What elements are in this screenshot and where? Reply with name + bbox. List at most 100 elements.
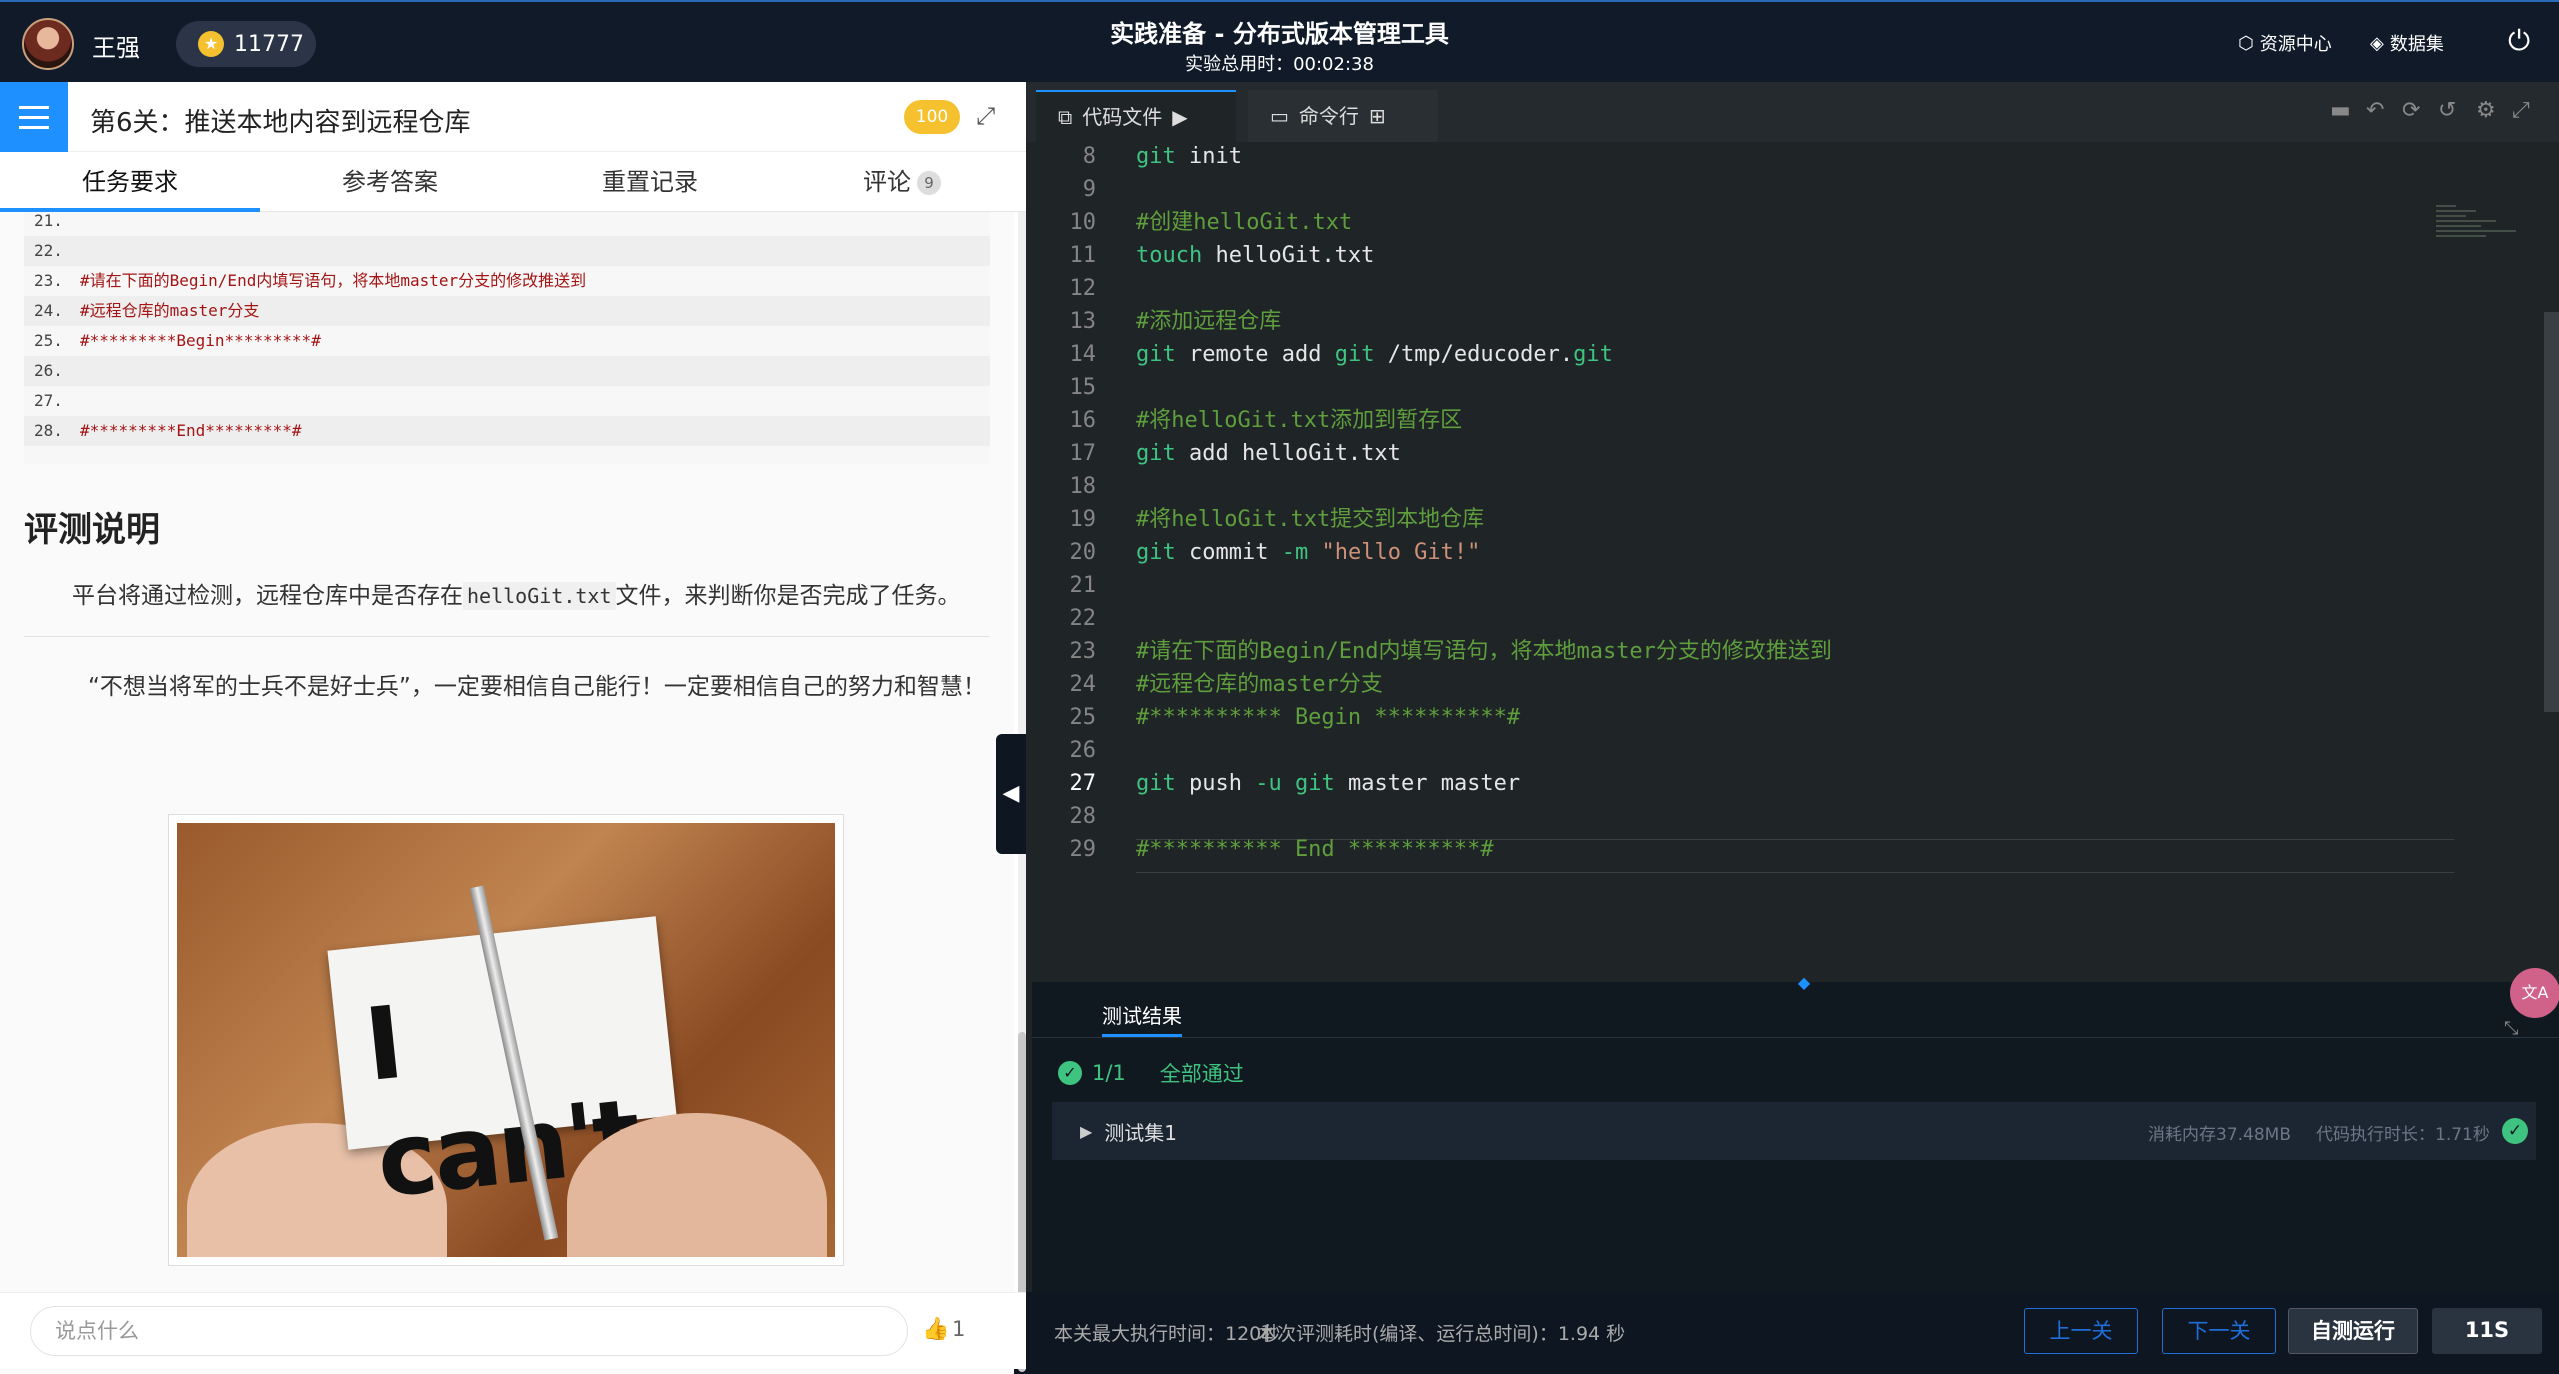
top-bar: 王强 ★ 11777 实践准备 - 分布式版本管理工具 实验总用时：00:02:… [0, 0, 2559, 82]
terminal-icon: ▭ [1270, 104, 1289, 128]
check-circle-icon: ✓ [1058, 1061, 1082, 1085]
code-line[interactable]: 10 #创建helloGit.txt [1026, 206, 2466, 239]
comment-input[interactable]: 说点什么 [30, 1306, 908, 1356]
next-stage-button[interactable]: 下一关 [2162, 1308, 2276, 1354]
snippet-line-number: 22. [34, 241, 63, 260]
tab-answer[interactable]: 参考答案 [260, 152, 520, 212]
popout-icon: ⊞ [1368, 104, 1386, 128]
undo-icon[interactable]: ↶ [2366, 98, 2384, 123]
max-exec-time: 本关最大执行时间：120秒 [1054, 1323, 1281, 1345]
page-title: 实践准备 - 分布式版本管理工具 [1110, 20, 1449, 48]
thumbs-up-icon[interactable]: 👍 [922, 1317, 949, 1342]
code-line[interactable]: 19 #将helloGit.txt提交到本地仓库 [1026, 503, 2466, 536]
snippet-line-text: #*********Begin*********# [80, 331, 321, 350]
snippet-line-number: 26. [34, 361, 63, 380]
code-line[interactable]: 26 [1026, 734, 2466, 767]
translate-icon[interactable]: 文A [2510, 968, 2559, 1018]
line-number: 11 [1069, 243, 1097, 268]
code-token: add helloGit.txt [1175, 441, 1401, 466]
results-header: 测试结果 文A ⤡ [1032, 968, 2559, 1039]
code-token: git [1136, 441, 1176, 466]
pass-summary: ✓ 1/1 全部通过 [1058, 1058, 1244, 1088]
tab-cmd-label: 命令行 [1298, 104, 1359, 128]
shrink-icon[interactable]: ⤡ [2504, 1018, 2518, 1039]
code-line[interactable]: 13 #添加远程仓库 [1026, 305, 2466, 338]
code-token: #创建helloGit.txt [1136, 210, 1353, 235]
code-line[interactable]: 22 [1026, 602, 2466, 635]
code-token: #远程仓库的master分支 [1136, 672, 1383, 697]
code-line[interactable]: 9 [1026, 173, 2466, 206]
code-token: git [1136, 540, 1176, 565]
countdown-button[interactable]: 11S [2432, 1308, 2542, 1354]
code-line[interactable]: 23 #请在下面的Begin/End内填写语句，将本地master分支的修改推送到 [1026, 635, 2466, 668]
eval-description: 平台将通过检测，远程仓库中是否存在 helloGit.txt 文件，来判断你是否完成… [72, 576, 961, 610]
snippet-line-number: 27. [34, 391, 63, 410]
folder-icon[interactable]: ▬ [2330, 98, 2351, 123]
line-number: 10 [1069, 210, 1097, 235]
code-line[interactable]: 15 [1026, 371, 2466, 404]
line-number: 14 [1069, 342, 1097, 367]
line-number: 28 [1069, 804, 1097, 829]
code-line[interactable]: 25 #********** Begin **********# [1026, 701, 2466, 734]
code-line[interactable]: 18 [1026, 470, 2466, 503]
divider [24, 636, 990, 637]
code-line[interactable]: 21 [1026, 569, 2466, 602]
execution-duration: 代码执行时长：1.71秒 [2316, 1125, 2490, 1145]
snippet-line-number: 25. [34, 331, 63, 350]
tab-comments-label: 评论 [863, 168, 911, 196]
tab-command-line[interactable]: ▭ 命令行 ⊞ [1248, 90, 1438, 142]
code-line[interactable]: 14 git remote add git /tmp/educoder.git [1026, 338, 2466, 371]
power-icon[interactable]: ⏻ [2508, 24, 2530, 58]
snippet-line: 26. [24, 356, 990, 386]
code-line[interactable]: 12 [1026, 272, 2466, 305]
snippet-line: 23. #请在下面的Begin/End内填写语句，将本地master分支的修改推送… [24, 266, 990, 296]
snippet-line: 24. #远程仓库的master分支 [24, 296, 990, 326]
tab-code-file[interactable]: ⧉ 代码文件 ▶ [1036, 90, 1236, 142]
code-line[interactable]: 8 git init [1026, 142, 2466, 173]
code-line[interactable]: 17 git add helloGit.txt [1026, 437, 2466, 470]
code-line[interactable]: 28 [1026, 800, 2466, 833]
self-test-run-button[interactable]: 自测运行 [2288, 1308, 2418, 1354]
code-line[interactable]: 24 #远程仓库的master分支 [1026, 668, 2466, 701]
eval-desc-code: helloGit.txt [463, 582, 616, 610]
collapse-panel-handle[interactable]: ◀ [996, 734, 1026, 854]
tab-reset-record[interactable]: 重置记录 [520, 152, 780, 212]
prev-stage-button[interactable]: 上一关 [2024, 1308, 2138, 1354]
code-token: #请在下面的Begin/End内填写语句，将本地master分支的修改推送到 [1136, 639, 1832, 664]
line-number: 23 [1069, 639, 1097, 664]
current-line-border-bottom [1136, 872, 2454, 873]
code-token: remote add [1175, 342, 1335, 367]
gear-icon[interactable]: ⚙ [2476, 98, 2496, 123]
results-tab[interactable]: 测试结果 [1102, 1000, 1182, 1029]
code-editor[interactable]: 8 git init 9 10 #创建helloGit.txt 11 touch hello… [1026, 142, 2559, 1062]
code-token: commit [1175, 540, 1282, 565]
eval-elapsed-time: 本次评测耗时(编译、运行总时间)：1.94 秒 [1258, 1323, 1626, 1345]
expand-icon[interactable]: ⤢ [976, 102, 995, 130]
code-line[interactable]: 16 #将helloGit.txt添加到暂存区 [1026, 404, 2466, 437]
fullscreen-icon[interactable]: ⤢ [2512, 98, 2530, 123]
line-number: 21 [1069, 573, 1097, 598]
tab-task[interactable]: 任务要求 [0, 152, 260, 212]
line-number: 27 [1069, 771, 1097, 796]
editor-panel: ⧉ 代码文件 ▶ ▭ 命令行 ⊞ ▬ ↶ ⟳ ↺ ⚙ ⤢ 8 git init 9 1… [1026, 82, 2559, 1369]
resize-handle[interactable]: ◆ [1784, 975, 1824, 991]
code-line[interactable]: 20 git commit -m "hello Git!" [1026, 536, 2466, 569]
code-line[interactable]: 27 git push -u git master master [1026, 767, 2466, 800]
menu-button[interactable] [0, 82, 68, 152]
resource-center-link[interactable]: ⬡ 资源中心 [2238, 30, 2332, 56]
refresh-icon[interactable]: ⟳ [2402, 98, 2420, 123]
code-line[interactable]: 29 #********** End **********# [1026, 833, 2466, 866]
stage-bar: 第6关：推送本地内容到远程仓库 100 ⤢ [0, 82, 1026, 152]
play-icon: ▶ [1172, 105, 1188, 129]
code-token: push [1175, 771, 1256, 796]
test-set-row[interactable]: ▶ 测试集1 消耗内存37.48MB 代码执行时长：1.71秒 ✓ [1052, 1102, 2536, 1160]
editor-scrollbar[interactable] [2544, 312, 2559, 712]
editor-tabs: ⧉ 代码文件 ▶ ▭ 命令行 ⊞ ▬ ↶ ⟳ ↺ ⚙ ⤢ [1026, 82, 2559, 142]
line-number: 20 [1069, 540, 1097, 565]
code-line[interactable]: 11 touch helloGit.txt [1026, 239, 2466, 272]
tab-comments[interactable]: 评论 9 [772, 152, 1032, 212]
dataset-link[interactable]: ◈ 数据集 [2370, 30, 2444, 56]
layers-icon: ◈ [2370, 32, 2384, 54]
line-number: 29 [1069, 837, 1097, 862]
history-icon[interactable]: ↺ [2438, 98, 2456, 123]
